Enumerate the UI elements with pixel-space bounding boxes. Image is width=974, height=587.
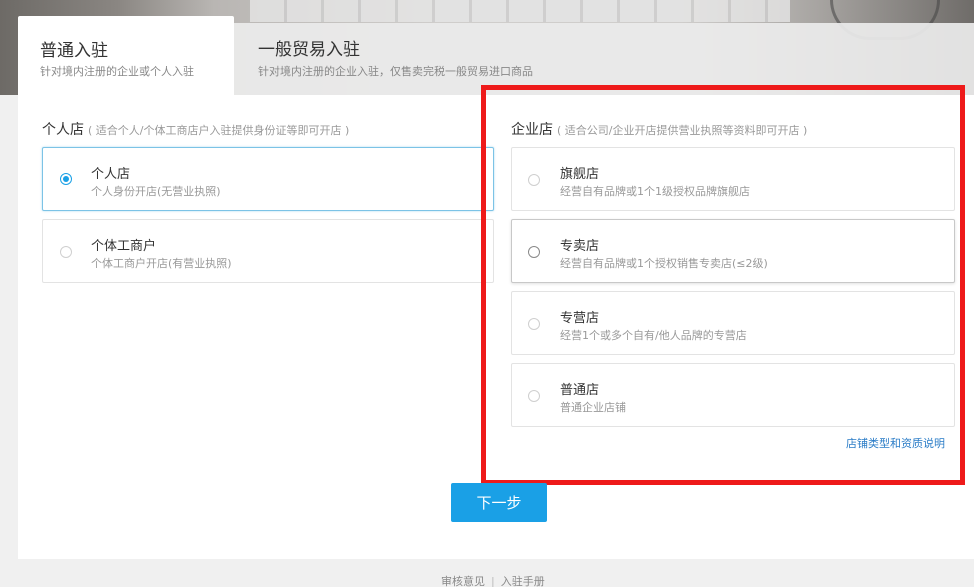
section-label: 个人店	[42, 122, 84, 138]
section-hint: ( 适合个人/个体工商店户入驻提供身份证等即可开店 )	[88, 124, 350, 137]
footer-links: 审核意见 | 入驻手册	[441, 573, 545, 587]
radio-selected-icon[interactable]	[60, 173, 72, 185]
entry-tabs: 普通入驻 针对境内注册的企业或个人入驻 一般贸易入驻 针对境内注册的企业入驻，仅…	[18, 16, 974, 95]
option-desc: 个人身份开店(无营业执照)	[91, 185, 221, 198]
tab-desc: 针对境内注册的企业入驻，仅售卖完税一般贸易进口商品	[258, 65, 533, 78]
footer-link-feedback[interactable]: 审核意见	[441, 575, 485, 587]
tab-title: 普通入驻	[40, 41, 108, 61]
tab-title: 一般贸易入驻	[258, 40, 360, 60]
tab-normal-entry[interactable]: 普通入驻 针对境内注册的企业或个人入驻	[18, 16, 234, 95]
option-individual-business[interactable]: 个体工商户 个体工商户开店(有营业执照)	[42, 219, 494, 283]
tab-desc: 针对境内注册的企业或个人入驻	[40, 65, 194, 78]
option-desc: 个体工商户开店(有营业执照)	[91, 257, 232, 270]
red-highlight-box	[481, 85, 965, 485]
personal-section-title: 个人店 ( 适合个人/个体工商店户入驻提供身份证等即可开店 )	[42, 119, 349, 139]
next-step-button[interactable]: 下一步	[451, 483, 547, 522]
footer-separator: |	[491, 575, 495, 587]
option-title: 个体工商户	[91, 239, 157, 254]
option-personal-store[interactable]: 个人店 个人身份开店(无营业执照)	[42, 147, 494, 211]
option-title: 个人店	[91, 167, 131, 182]
footer-link-manual[interactable]: 入驻手册	[501, 575, 545, 587]
radio-icon[interactable]	[60, 246, 72, 258]
